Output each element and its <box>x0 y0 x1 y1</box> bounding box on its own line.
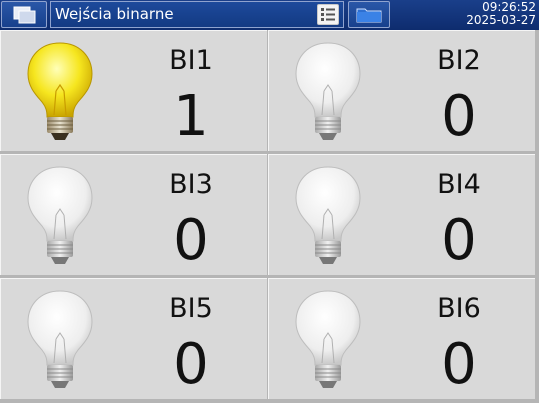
light-bulb-off-icon <box>295 166 361 264</box>
list-button[interactable] <box>317 4 339 25</box>
binary-inputs-grid: BI1 1 BI2 0 BI3 0 BI4 0 BI5 0 BI6 0 <box>0 30 539 403</box>
input-value: 1 <box>173 84 209 149</box>
folder-icon <box>356 8 382 23</box>
top-bar: Wejścia binarne 09:26:52 2025-03-27 <box>0 0 539 30</box>
folder-button[interactable] <box>348 1 390 28</box>
screen-title-text: Wejścia binarne <box>55 5 174 23</box>
light-bulb-off-icon <box>295 290 361 388</box>
clock-date: 2025-03-27 <box>466 13 536 27</box>
binary-input-cell-bi2: BI2 0 <box>268 30 535 151</box>
binary-input-cell-bi1: BI1 1 <box>0 30 267 151</box>
light-bulb-off-icon <box>295 42 361 140</box>
windows-icon <box>13 6 36 24</box>
light-bulb-on-icon <box>27 42 93 140</box>
binary-input-cell-bi4: BI4 0 <box>268 154 535 275</box>
binary-input-cell-bi3: BI3 0 <box>0 154 267 275</box>
list-icon <box>321 8 335 21</box>
input-label: BI6 <box>437 293 481 324</box>
input-label: BI3 <box>169 169 213 200</box>
screen-title: Wejścia binarne <box>50 1 344 28</box>
input-label: BI1 <box>169 45 213 76</box>
light-bulb-off-icon <box>27 166 93 264</box>
input-value: 0 <box>441 208 477 273</box>
binary-input-cell-bi5: BI5 0 <box>0 278 267 399</box>
input-label: BI2 <box>437 45 481 76</box>
input-value: 0 <box>173 332 209 397</box>
input-label: BI4 <box>437 169 481 200</box>
light-bulb-off-icon <box>27 290 93 388</box>
binary-input-cell-bi6: BI6 0 <box>268 278 535 399</box>
input-value: 0 <box>441 332 477 397</box>
input-label: BI5 <box>169 293 213 324</box>
clock: 09:26:52 2025-03-27 <box>396 1 536 27</box>
window-switch-button[interactable] <box>1 1 47 28</box>
input-value: 0 <box>441 84 477 149</box>
input-value: 0 <box>173 208 209 273</box>
